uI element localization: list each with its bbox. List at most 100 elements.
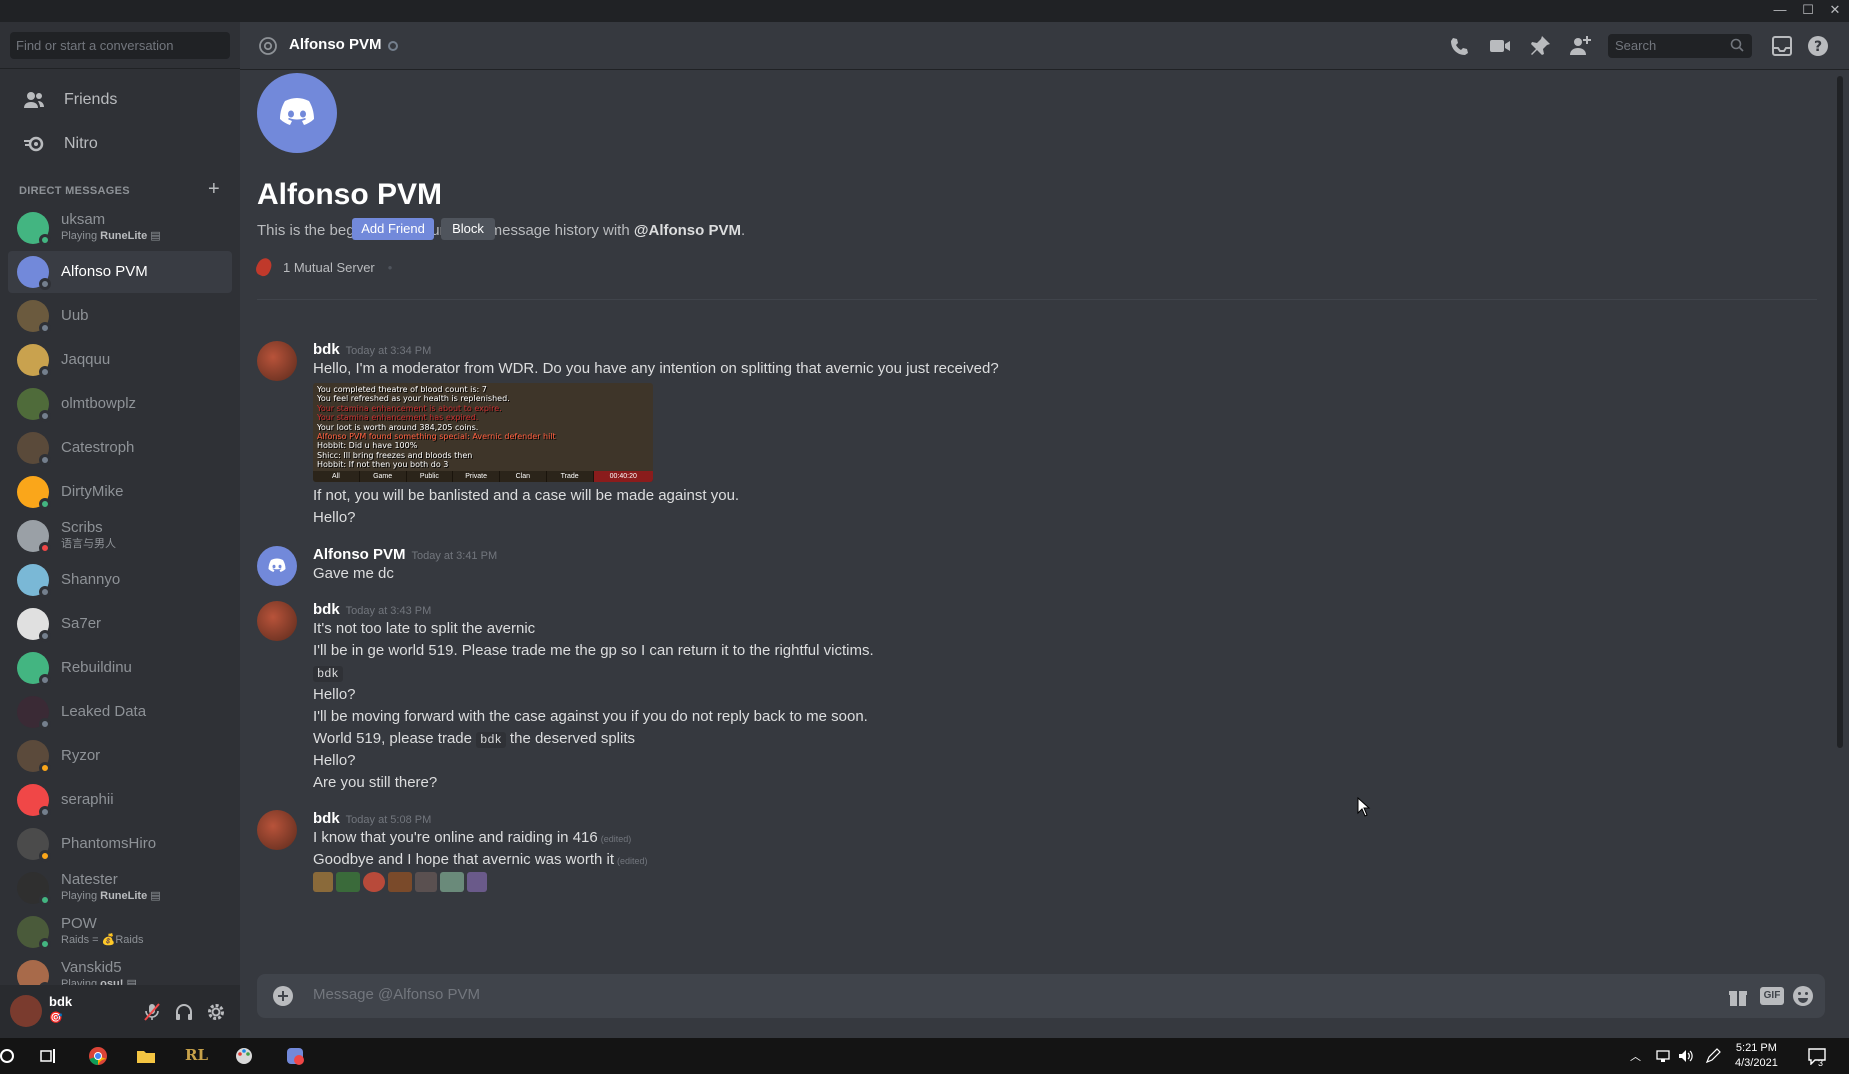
message-text: Goodbye and I hope that avernic was wort… [313, 851, 648, 868]
discord-taskbar-icon[interactable] [285, 1046, 305, 1066]
emoji-picker-icon[interactable] [1792, 985, 1814, 1007]
dm-text: Uub [61, 308, 89, 324]
close-button[interactable]: ✕ [1821, 0, 1849, 22]
find-conversation-input[interactable]: Find or start a conversation [10, 32, 230, 59]
edited-tag: (edited) [617, 856, 648, 866]
game-chat-tab: Game [360, 471, 407, 482]
task-view-icon[interactable] [38, 1046, 58, 1066]
dm-avatar [17, 784, 51, 818]
maximize-button[interactable]: ☐ [1794, 0, 1822, 22]
author-name[interactable]: bdk Today at 3:34 PM [313, 341, 431, 358]
file-explorer-icon[interactable] [136, 1046, 156, 1066]
gif-button[interactable]: GIF [1760, 987, 1784, 1005]
dm-name: Jaqquu [61, 351, 111, 368]
dm-item[interactable]: DirtyMike [8, 471, 232, 513]
author-avatar[interactable] [257, 810, 297, 850]
dm-item[interactable]: Shannyo [8, 559, 232, 601]
system-clock[interactable]: 5:21 PM 4/3/2021 [1735, 1041, 1778, 1071]
status-indicator-icon [39, 630, 51, 642]
create-dm-button[interactable]: + [208, 178, 220, 201]
dm-item[interactable]: Rebuildinu [8, 647, 232, 689]
author-name[interactable]: bdk Today at 3:43 PM [313, 601, 431, 618]
emoji-armor-icon[interactable] [415, 872, 437, 892]
dm-item[interactable]: Sa7er [8, 603, 232, 645]
message-list: Alfonso PVM This is the beginning of you… [240, 70, 1849, 970]
author-avatar[interactable] [257, 546, 297, 586]
network-icon[interactable] [1655, 1048, 1673, 1064]
status-indicator-icon [39, 762, 51, 774]
paint-app-icon[interactable] [234, 1046, 254, 1066]
cortana-icon[interactable] [0, 1049, 14, 1063]
upload-plus-icon[interactable] [273, 986, 293, 1006]
emoji-crossed-swords-icon[interactable] [313, 872, 333, 892]
dm-avatar [17, 916, 51, 950]
settings-gear-icon[interactable] [206, 1002, 226, 1022]
dm-item[interactable]: olmtbowplz [8, 383, 232, 425]
mutual-servers[interactable]: 1 Mutual Server • [253, 255, 392, 279]
message-text-part: Goodbye and I hope that avernic was wort… [313, 851, 615, 868]
emoji-shield-icon[interactable] [388, 872, 412, 892]
dm-item[interactable]: Catestroph [8, 427, 232, 469]
author-name-text: Alfonso PVM [313, 546, 406, 563]
dm-item[interactable]: Ryzor [8, 735, 232, 777]
block-button[interactable]: Block [441, 218, 495, 240]
gift-icon[interactable] [1727, 986, 1749, 1008]
intro-subtitle: This is the beginning of your direct mes… [257, 222, 745, 239]
emoji-red-orb-icon[interactable] [363, 872, 385, 892]
mute-mic-icon[interactable] [142, 1002, 162, 1022]
author-name[interactable]: Alfonso PVM Today at 3:41 PM [313, 546, 497, 563]
dm-item[interactable]: Alfonso PVM [8, 251, 232, 293]
dm-name: DirtyMike [61, 483, 124, 500]
message-composer[interactable]: Message @Alfonso PVM GIF [257, 974, 1825, 1018]
video-call-icon[interactable] [1488, 34, 1512, 58]
nav-friends[interactable]: Friends [8, 79, 232, 121]
dm-sidebar: Find or start a conversation Friends Nit… [0, 22, 240, 1038]
game-chat-line: Alfonso PVM found something special: Ave… [317, 432, 556, 442]
author-name[interactable]: bdk Today at 5:08 PM [313, 810, 431, 827]
intro-avatar [257, 73, 337, 153]
author-avatar[interactable] [257, 341, 297, 381]
dm-item[interactable]: Natester Playing RuneLite ▤ [8, 867, 232, 909]
add-friends-to-dm-icon[interactable] [1568, 34, 1592, 58]
image-attachment[interactable]: You completed theatre of blood count is:… [313, 383, 653, 482]
dm-item[interactable]: Scribs 语言与男人 [8, 515, 232, 557]
nav-nitro[interactable]: Nitro [8, 123, 232, 165]
dm-item[interactable]: Jaqquu [8, 339, 232, 381]
inbox-icon[interactable] [1770, 34, 1794, 58]
friends-icon [24, 92, 44, 108]
chrome-icon[interactable] [88, 1046, 108, 1066]
user-avatar[interactable] [10, 995, 42, 1027]
notification-center-icon[interactable] [1807, 1047, 1827, 1065]
emoji-staff-icon[interactable] [467, 872, 487, 892]
message-input[interactable]: Message @Alfonso PVM [313, 986, 480, 1003]
pinned-messages-icon[interactable] [1528, 34, 1552, 58]
emoji-chart-icon[interactable] [336, 872, 360, 892]
nav-friends-label: Friends [64, 91, 118, 108]
dm-avatar [17, 344, 51, 378]
runelite-icon[interactable]: RL [185, 1046, 208, 1066]
dm-item[interactable]: Uub [8, 295, 232, 337]
author-avatar[interactable] [257, 601, 297, 641]
tray-chevron-icon[interactable]: ︿ [1630, 1048, 1641, 1064]
volume-icon[interactable] [1677, 1048, 1695, 1064]
dm-item[interactable]: uksam Playing RuneLite ▤ [8, 207, 232, 249]
game-chat-tab: Public [407, 471, 454, 482]
game-chat-line: Your stamina enhancement has expired. [317, 413, 479, 423]
dm-item[interactable]: seraphii [8, 779, 232, 821]
emoji-bow-icon[interactable] [440, 872, 464, 892]
voice-call-icon[interactable] [1448, 34, 1472, 58]
dm-activity-verb: Playing [61, 230, 98, 242]
pen-icon[interactable] [1704, 1048, 1722, 1064]
headphones-icon[interactable] [174, 1002, 194, 1022]
dm-item[interactable]: PhantomsHiro [8, 823, 232, 865]
message-scrollbar[interactable] [1837, 76, 1843, 748]
add-friend-button[interactable]: Add Friend [352, 218, 434, 240]
help-icon[interactable]: ? [1806, 34, 1830, 58]
dm-item[interactable]: POW Raids = 💰Raids [8, 911, 232, 953]
status-indicator-icon [39, 454, 51, 466]
status-indicator-icon [39, 894, 51, 906]
status-indicator-icon [39, 366, 51, 378]
dm-item[interactable]: Leaked Data [8, 691, 232, 733]
minimize-button[interactable]: — [1766, 0, 1794, 22]
status-indicator-icon [39, 938, 51, 950]
